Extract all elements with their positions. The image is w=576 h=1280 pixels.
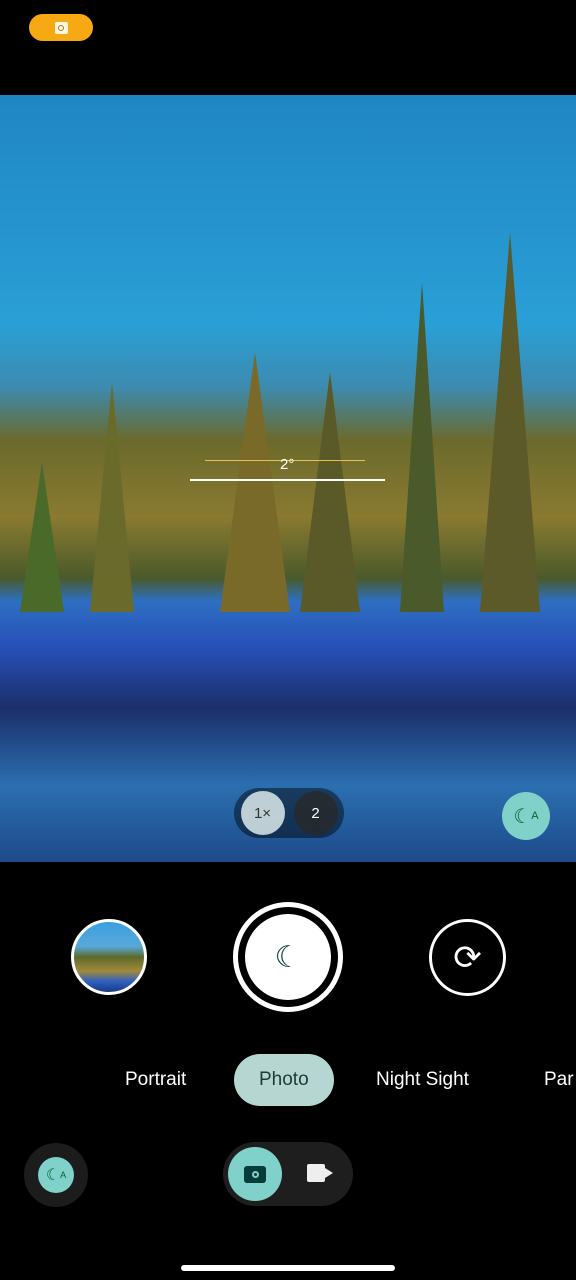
tree — [400, 282, 444, 612]
moon-auto-icon: ☾ A — [38, 1157, 74, 1193]
switch-camera-button[interactable]: ⟳ — [429, 919, 506, 996]
mode-selector: Portrait Photo Night Sight Par — [0, 1054, 576, 1106]
tree — [90, 382, 134, 612]
tree — [480, 232, 540, 612]
mode-panorama[interactable]: Par — [519, 1054, 576, 1106]
moon-auto-icon[interactable]: ☾ A — [502, 792, 550, 840]
moon-icon: ☾ — [245, 914, 331, 1000]
tree — [220, 352, 290, 612]
mode-night-sight[interactable]: Night Sight — [351, 1054, 494, 1106]
home-indicator[interactable] — [181, 1265, 395, 1271]
level-indicator: 2° — [190, 452, 385, 482]
video-camera-icon[interactable] — [307, 1164, 325, 1182]
zoom-2x-button[interactable]: 2 — [293, 791, 338, 835]
photo-mode-button[interactable] — [228, 1147, 282, 1201]
camera-in-use-indicator — [29, 14, 93, 41]
mode-portrait[interactable]: Portrait — [100, 1054, 211, 1106]
night-auto-button[interactable]: ☾ A — [24, 1143, 88, 1207]
shutter-button[interactable]: ☾ — [233, 902, 343, 1012]
camera-icon — [54, 21, 68, 34]
zoom-1x-button[interactable]: 1× — [240, 791, 285, 835]
zoom-selector: 1× 2 — [234, 788, 344, 838]
level-angle: 2° — [280, 456, 295, 473]
tree — [20, 462, 64, 612]
photo-video-toggle — [223, 1142, 353, 1206]
gallery-thumbnail[interactable] — [71, 919, 147, 995]
camera-icon — [244, 1165, 266, 1183]
rotate-icon: ⟳ — [453, 938, 482, 977]
mode-photo[interactable]: Photo — [234, 1054, 334, 1106]
tree — [300, 372, 360, 612]
